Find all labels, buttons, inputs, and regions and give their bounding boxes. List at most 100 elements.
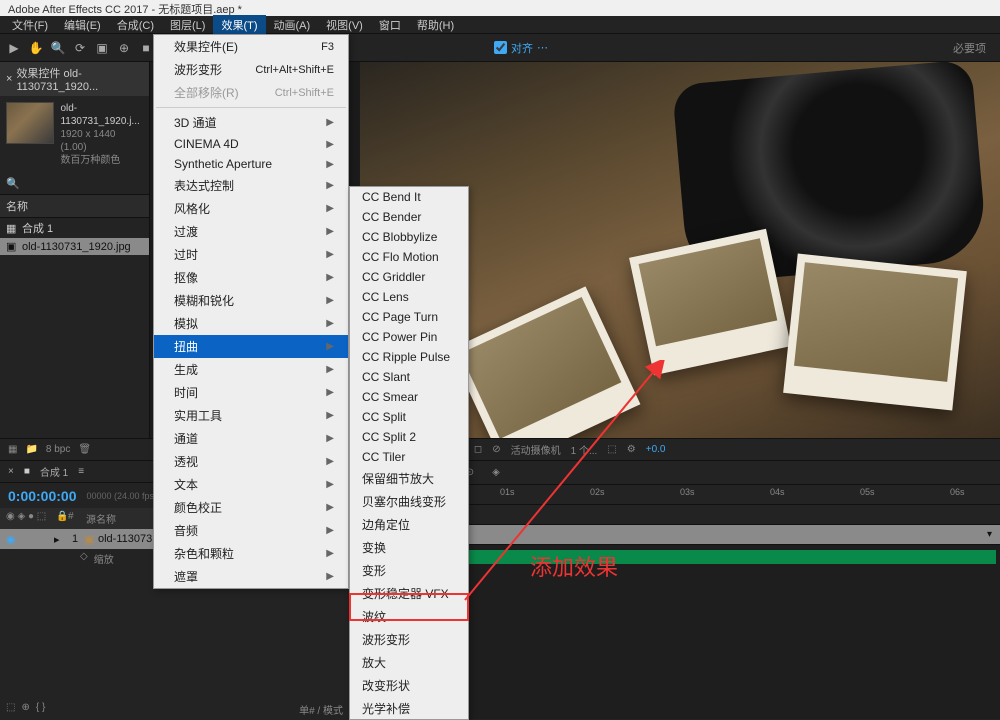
- distort-menu-item[interactable]: 贝塞尔曲线变形: [350, 490, 468, 513]
- distort-menu-item[interactable]: 光学补偿: [350, 697, 468, 720]
- menu-effect[interactable]: 效果(T): [213, 15, 265, 35]
- viewer-exposure[interactable]: +0.0: [646, 444, 666, 455]
- distort-menu-item[interactable]: CC Split 2: [350, 427, 468, 447]
- project-name-header[interactable]: 名称: [0, 194, 149, 218]
- rotate-tool-icon[interactable]: ⟳: [72, 40, 88, 56]
- menu-file[interactable]: 文件(F): [4, 15, 56, 35]
- panel-close-icon[interactable]: ×: [6, 73, 12, 85]
- effect-menu-item[interactable]: 时间▶: [154, 381, 348, 404]
- effect-menu-item[interactable]: 3D 通道▶: [154, 111, 348, 134]
- snap-checkbox[interactable]: [494, 41, 507, 54]
- effect-menu-item[interactable]: 模拟▶: [154, 312, 348, 335]
- menu-layer[interactable]: 图层(L): [162, 15, 213, 35]
- project-search[interactable]: 🔍: [0, 173, 149, 194]
- effect-menu-item[interactable]: 颜色校正▶: [154, 496, 348, 519]
- project-item-info: old-1130731_1920.j... 1920 x 1440 (1.00)…: [0, 96, 149, 173]
- effect-menu-item[interactable]: 效果控件(E)F3: [154, 35, 348, 58]
- effect-menu-item[interactable]: 文本▶: [154, 473, 348, 496]
- viewer-mask-icon[interactable]: ◻: [474, 444, 482, 455]
- effect-menu-item[interactable]: CINEMA 4D▶: [154, 134, 348, 154]
- distort-menu-item[interactable]: 波纹: [350, 605, 468, 628]
- distort-menu-item[interactable]: 变形: [350, 559, 468, 582]
- viewer-views[interactable]: 1 个...: [571, 442, 598, 457]
- effect-menu-item[interactable]: 杂色和颗粒▶: [154, 542, 348, 565]
- distort-menu-item[interactable]: 变换: [350, 536, 468, 559]
- effect-menu-item[interactable]: 实用工具▶: [154, 404, 348, 427]
- current-timecode[interactable]: 0:00:00:00: [8, 488, 77, 504]
- effect-controls-tab[interactable]: × 效果控件 old-1130731_1920...: [0, 62, 149, 96]
- distort-menu-item[interactable]: CC Smear: [350, 387, 468, 407]
- image-label: old-1130731_1920.jpg: [22, 241, 131, 253]
- effect-menu-item[interactable]: 音频▶: [154, 519, 348, 542]
- new-folder-icon[interactable]: 📁: [25, 444, 37, 455]
- distort-menu-item[interactable]: 波形变形: [350, 628, 468, 651]
- distort-menu-item[interactable]: 保留细节放大: [350, 467, 468, 490]
- tick: 02s: [590, 487, 605, 497]
- distort-menu-item[interactable]: CC Lens: [350, 287, 468, 307]
- distort-menu-item[interactable]: CC Tiler: [350, 447, 468, 467]
- effect-menu-item[interactable]: Synthetic Aperture▶: [154, 154, 348, 174]
- workspace-label[interactable]: 必要项: [953, 40, 994, 56]
- effect-menu-item[interactable]: 风格化▶: [154, 197, 348, 220]
- distort-menu-item[interactable]: 放大: [350, 651, 468, 674]
- menu-view[interactable]: 视图(V): [318, 15, 371, 35]
- effect-menu-item[interactable]: 过渡▶: [154, 220, 348, 243]
- effect-menu-item[interactable]: 波形变形Ctrl+Alt+Shift+E: [154, 58, 348, 81]
- snap-label: 对齐: [511, 40, 533, 56]
- snap-options-icon[interactable]: ⋯: [537, 41, 548, 54]
- project-item-image[interactable]: ▣ old-1130731_1920.jpg: [0, 238, 149, 255]
- distort-menu-item[interactable]: CC Power Pin: [350, 327, 468, 347]
- distort-menu-item[interactable]: 变形稳定器 VFX: [350, 582, 468, 605]
- distort-menu-item[interactable]: CC Bender: [350, 207, 468, 227]
- effect-menu-item[interactable]: 过时▶: [154, 243, 348, 266]
- snap-toggle[interactable]: 对齐 ⋯: [494, 40, 548, 56]
- effect-menu-item[interactable]: 扭曲▶: [154, 335, 348, 358]
- layer-duration-bar[interactable]: [404, 550, 996, 564]
- distort-menu-item[interactable]: CC Bend It: [350, 187, 468, 207]
- anchor-tool-icon[interactable]: ⊕: [116, 40, 132, 56]
- toggle-icon[interactable]: ⬚: [6, 702, 15, 717]
- effect-menu-item[interactable]: 生成▶: [154, 358, 348, 381]
- camera-tool-icon[interactable]: ▣: [94, 40, 110, 56]
- new-comp-icon[interactable]: ▦: [8, 444, 17, 455]
- distort-menu-item[interactable]: CC Flo Motion: [350, 247, 468, 267]
- effect-menu-item[interactable]: 模糊和锐化▶: [154, 289, 348, 312]
- bpc-label[interactable]: 8 bpc: [46, 444, 70, 455]
- keyframe-icon[interactable]: ◇: [80, 551, 88, 566]
- switches-label[interactable]: 单# / 模式: [299, 702, 343, 717]
- distort-menu-item[interactable]: 边角定位: [350, 513, 468, 536]
- switches-footer[interactable]: ⬚ ⊕ { } 单# / 模式: [0, 700, 349, 719]
- tick: 05s: [860, 487, 875, 497]
- distort-menu-item[interactable]: CC Slant: [350, 367, 468, 387]
- distort-menu-item[interactable]: CC Split: [350, 407, 468, 427]
- menu-composition[interactable]: 合成(C): [109, 15, 162, 35]
- project-item-comp[interactable]: ▦ 合成 1: [0, 218, 149, 238]
- effect-menu-item[interactable]: 抠像▶: [154, 266, 348, 289]
- menu-help[interactable]: 帮助(H): [409, 15, 462, 35]
- menu-window[interactable]: 窗口: [371, 15, 409, 35]
- shape-tool-icon[interactable]: ■: [138, 40, 154, 56]
- effect-menu-item[interactable]: 遮罩▶: [154, 565, 348, 588]
- distort-menu-item[interactable]: CC Page Turn: [350, 307, 468, 327]
- selection-tool-icon[interactable]: ▶: [6, 40, 22, 56]
- visibility-icon[interactable]: ◉: [6, 533, 20, 546]
- effect-menu-item[interactable]: 通道▶: [154, 427, 348, 450]
- hand-tool-icon[interactable]: ✋: [28, 40, 44, 56]
- viewer-settings-icon[interactable]: ⚙: [627, 444, 636, 455]
- distort-menu-item[interactable]: CC Griddler: [350, 267, 468, 287]
- tl-marker-icon[interactable]: ◈: [488, 467, 504, 478]
- close-tab-icon[interactable]: ×: [8, 466, 14, 477]
- viewer-time-icon[interactable]: ⊘: [492, 444, 500, 455]
- viewer-camera[interactable]: 活动摄像机: [511, 442, 561, 457]
- zoom-tool-icon[interactable]: 🔍: [50, 40, 66, 56]
- distort-menu-item[interactable]: CC Blobbylize: [350, 227, 468, 247]
- trash-icon[interactable]: 🗑: [78, 444, 91, 455]
- toggle-icon[interactable]: ⊕: [21, 702, 29, 717]
- distort-menu-item[interactable]: 改变形状: [350, 674, 468, 697]
- effect-menu-item[interactable]: 表达式控制▶: [154, 174, 348, 197]
- viewer-3d-icon[interactable]: ⬚: [607, 444, 616, 455]
- menu-edit[interactable]: 编辑(E): [56, 15, 109, 35]
- distort-menu-item[interactable]: CC Ripple Pulse: [350, 347, 468, 367]
- effect-menu-item[interactable]: 透视▶: [154, 450, 348, 473]
- menu-animation[interactable]: 动画(A): [266, 15, 319, 35]
